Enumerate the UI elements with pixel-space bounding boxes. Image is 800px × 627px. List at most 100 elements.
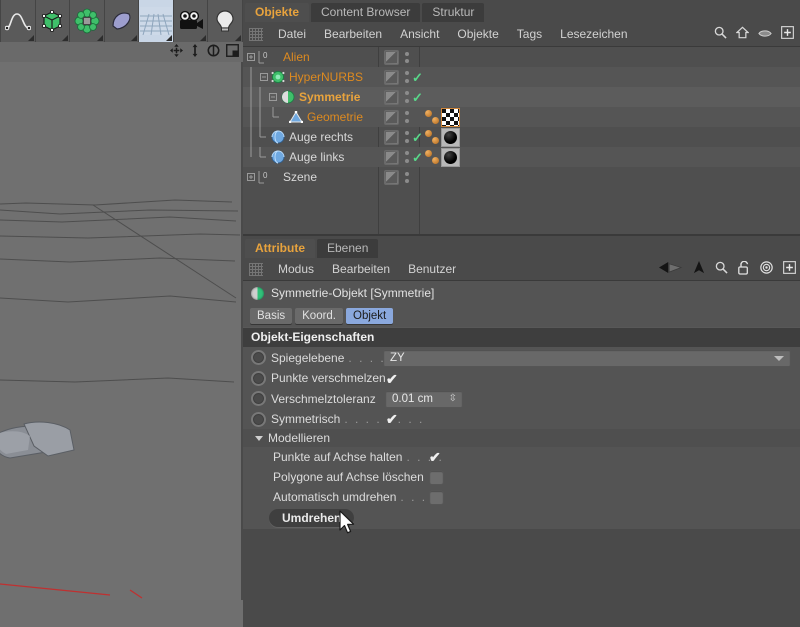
subsection-modellieren[interactable]: Modellieren bbox=[243, 429, 800, 447]
enable-dot-lower[interactable] bbox=[405, 99, 409, 103]
search-icon[interactable] bbox=[715, 261, 728, 277]
tab-struktur[interactable]: Struktur bbox=[422, 3, 484, 22]
punkte-verschmelzen-checkbox[interactable]: ✔ bbox=[386, 372, 398, 386]
scene-floor-icon[interactable] bbox=[139, 0, 174, 42]
material-ball-icon[interactable] bbox=[425, 150, 432, 157]
search-icon[interactable] bbox=[714, 26, 727, 42]
enable-dot-upper[interactable] bbox=[405, 151, 409, 155]
nurbs-object-icon[interactable] bbox=[105, 0, 140, 42]
menu-bearbeiten[interactable]: Bearbeiten bbox=[315, 22, 391, 46]
tab-attribute[interactable]: Attribute bbox=[245, 239, 315, 258]
tab-content-browser[interactable]: Content Browser bbox=[311, 3, 420, 22]
scale-icon[interactable] bbox=[189, 44, 201, 60]
tab-ebenen[interactable]: Ebenen bbox=[317, 239, 378, 258]
material-ball-icon[interactable] bbox=[432, 157, 439, 164]
enable-dot-lower[interactable] bbox=[405, 119, 409, 123]
menu-modus[interactable]: Modus bbox=[269, 258, 323, 280]
enable-dot-lower[interactable] bbox=[405, 139, 409, 143]
animate-dot-icon[interactable] bbox=[251, 350, 266, 365]
visibility-pill-icon[interactable] bbox=[384, 70, 399, 85]
camera-icon[interactable] bbox=[174, 0, 209, 42]
property-label: Symmetrisch bbox=[271, 412, 340, 426]
viewport-3d[interactable] bbox=[0, 62, 243, 600]
punkte-auf-achse-halten-checkbox[interactable]: ✔ bbox=[429, 450, 441, 464]
enabled-check-icon[interactable]: ✓ bbox=[412, 91, 423, 104]
enable-dot-upper[interactable] bbox=[405, 111, 409, 115]
material-ball-icon[interactable] bbox=[425, 110, 432, 117]
enable-dot-upper[interactable] bbox=[405, 52, 409, 56]
layout-icon[interactable] bbox=[226, 44, 239, 60]
menu-tags[interactable]: Tags bbox=[508, 22, 551, 46]
enable-dot-upper[interactable] bbox=[405, 131, 409, 135]
material-ball-icon[interactable] bbox=[432, 117, 439, 124]
menu-bearbeiten[interactable]: Bearbeiten bbox=[323, 258, 399, 280]
enabled-check-icon[interactable]: ✓ bbox=[412, 151, 423, 164]
tree-indent-guides: 0 bbox=[247, 47, 377, 67]
animate-dot-icon[interactable] bbox=[251, 371, 266, 386]
cube-object-icon[interactable] bbox=[36, 0, 71, 42]
panel-grip-icon[interactable] bbox=[249, 28, 263, 41]
material-ball-icon[interactable] bbox=[432, 137, 439, 144]
object-manager: 0 Alien bbox=[243, 47, 800, 236]
panel-grip-icon[interactable] bbox=[249, 263, 263, 276]
light-icon[interactable] bbox=[208, 0, 243, 42]
material-checker-tag[interactable] bbox=[441, 108, 460, 127]
table-row[interactable]: 0 Alien bbox=[243, 47, 800, 67]
automatisch-umdrehen-checkbox[interactable] bbox=[429, 490, 444, 505]
table-row[interactable]: Geometrie bbox=[243, 107, 800, 127]
visibility-pill-icon[interactable] bbox=[384, 110, 399, 125]
spline-tool-icon[interactable] bbox=[0, 0, 36, 42]
visibility-pill-icon[interactable] bbox=[384, 50, 399, 65]
table-row[interactable]: Auge links ✓ bbox=[243, 147, 800, 167]
deformer-icon[interactable] bbox=[70, 0, 105, 42]
enable-dot-lower[interactable] bbox=[405, 179, 409, 183]
visibility-pill-icon[interactable] bbox=[384, 90, 399, 105]
material-ball-icon[interactable] bbox=[425, 130, 432, 137]
enable-dot-lower[interactable] bbox=[405, 59, 409, 63]
menu-lesezeichen[interactable]: Lesezeichen bbox=[551, 22, 636, 46]
table-row[interactable]: 0 Szene bbox=[243, 167, 800, 187]
material-black-tag[interactable] bbox=[441, 148, 460, 167]
menu-objekte[interactable]: Objekte bbox=[448, 22, 507, 46]
verschmelztoleranz-input[interactable]: 0.01 cm ⇳ bbox=[385, 390, 463, 408]
table-row[interactable]: HyperNURBS ✓ bbox=[243, 67, 800, 87]
stepper-icon[interactable]: ⇳ bbox=[449, 393, 457, 405]
animate-dot-icon[interactable] bbox=[251, 412, 266, 427]
enable-dot-upper[interactable] bbox=[405, 71, 409, 75]
table-row[interactable]: Auge rechts ✓ bbox=[243, 127, 800, 147]
polygone-auf-achse-loeschen-checkbox[interactable] bbox=[429, 470, 444, 485]
enabled-check-icon[interactable]: ✓ bbox=[412, 131, 423, 144]
menu-ansicht[interactable]: Ansicht bbox=[391, 22, 448, 46]
visibility-pill-icon[interactable] bbox=[384, 170, 399, 185]
tab-basis[interactable]: Basis bbox=[250, 308, 292, 324]
enable-dot-lower[interactable] bbox=[405, 79, 409, 83]
enable-dot-upper[interactable] bbox=[405, 172, 409, 176]
tab-objekt[interactable]: Objekt bbox=[346, 308, 393, 324]
visibility-pill-icon[interactable] bbox=[384, 130, 399, 145]
symmetrisch-checkbox[interactable]: ✔ bbox=[386, 412, 398, 426]
enable-dot-lower[interactable] bbox=[405, 159, 409, 163]
plus-icon[interactable] bbox=[781, 26, 794, 42]
material-black-tag[interactable] bbox=[441, 128, 460, 147]
spiegelebene-dropdown[interactable]: ZY bbox=[383, 349, 791, 367]
verschmelztoleranz-value: 0.01 cm bbox=[392, 393, 433, 405]
plus-icon[interactable] bbox=[783, 261, 796, 277]
menu-datei[interactable]: Datei bbox=[269, 22, 315, 46]
up-arrow-icon[interactable] bbox=[693, 261, 705, 277]
home-icon[interactable] bbox=[736, 26, 749, 42]
tab-koord[interactable]: Koord. bbox=[295, 308, 343, 324]
move-icon[interactable] bbox=[170, 44, 183, 60]
tab-objekte[interactable]: Objekte bbox=[245, 3, 309, 22]
lock-open-icon[interactable] bbox=[738, 261, 750, 278]
visibility-pill-icon[interactable] bbox=[384, 150, 399, 165]
rotate-icon[interactable] bbox=[207, 44, 220, 60]
enabled-check-icon[interactable]: ✓ bbox=[412, 71, 423, 84]
umdrehen-button[interactable]: Umdrehen bbox=[269, 509, 354, 527]
menu-benutzer[interactable]: Benutzer bbox=[399, 258, 465, 280]
animate-dot-icon[interactable] bbox=[251, 391, 266, 406]
table-row[interactable]: Symmetrie ✓ bbox=[243, 87, 800, 107]
back-arrow-icon[interactable] bbox=[659, 261, 683, 277]
target-icon[interactable] bbox=[760, 261, 773, 277]
eye-icon[interactable] bbox=[758, 27, 772, 41]
enable-dot-upper[interactable] bbox=[405, 91, 409, 95]
